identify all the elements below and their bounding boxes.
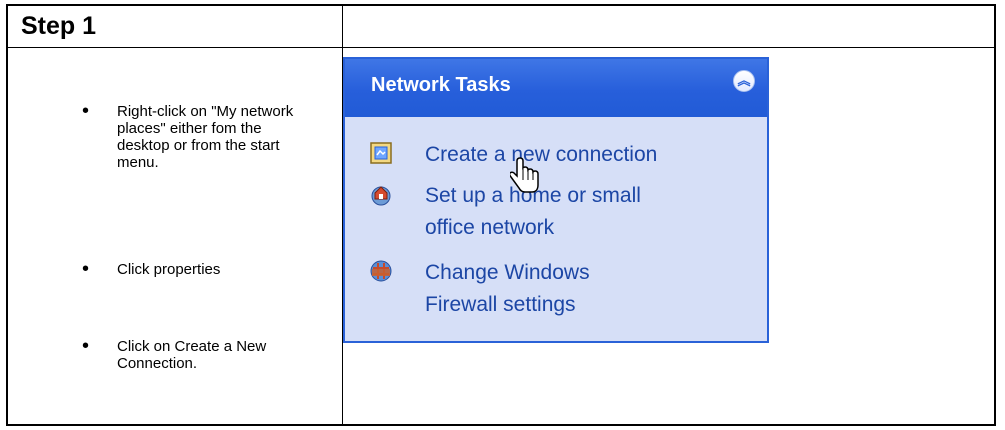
- new-connection-icon: [370, 142, 392, 164]
- instruction-text: Right-click on "My network places" eithe…: [117, 103, 294, 171]
- home-network-icon: [371, 186, 391, 206]
- task-label-line1: Set up a home or small: [425, 184, 641, 207]
- instruction-text: Click on Create a New Connection.: [117, 338, 267, 372]
- bullet-icon: •: [82, 258, 90, 280]
- bullet-icon: •: [82, 100, 90, 122]
- panel-header[interactable]: Network Tasks ︽: [345, 59, 767, 117]
- hand-cursor-icon: [510, 157, 539, 193]
- bullet-icon: •: [82, 335, 90, 357]
- step-title: Step 1: [21, 12, 97, 40]
- panel-title: Network Tasks: [371, 74, 511, 96]
- task-label-line2: office network: [425, 216, 555, 239]
- task-label: Create a new connection: [425, 143, 658, 166]
- double-chevron-up-icon[interactable]: ︽: [733, 70, 755, 92]
- instruction-list: • Right-click on "My network places" eit…: [8, 48, 342, 426]
- firewall-icon: [370, 260, 392, 282]
- instruction-text: Click properties: [117, 261, 221, 278]
- task-label-line1: Change Windows: [425, 261, 590, 284]
- network-tasks-panel: Network Tasks ︽ Create a new connection …: [343, 57, 769, 343]
- task-label-line2: Firewall settings: [425, 293, 576, 316]
